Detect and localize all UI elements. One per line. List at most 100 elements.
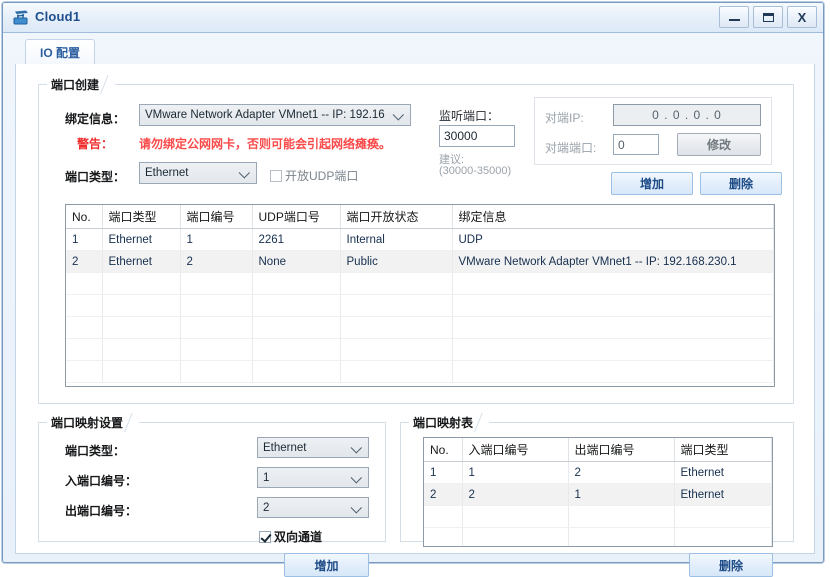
listen-port-value: 30000 [444, 129, 478, 143]
table-row-empty[interactable] [66, 316, 774, 339]
port-table-header-row: No. 端口类型 端口编号 UDP端口号 端口开放状态 绑定信息 [66, 205, 774, 229]
mapping-th-no: No. [424, 438, 463, 462]
modify-button[interactable]: 修改 [677, 133, 761, 156]
cell-binding: VMware Network Adapter VMnet1 -- IP: 192… [452, 250, 774, 273]
window-title: Cloud1 [35, 9, 81, 24]
peer-ip-value: 0 . 0 . 0 . 0 [652, 108, 722, 122]
cell-no: 1 [66, 228, 103, 251]
bidirectional-checkbox-label: 双向通道 [274, 530, 323, 544]
cell-out: 2 [568, 461, 675, 484]
maximize-button[interactable] [753, 6, 783, 28]
cell-udp: 2261 [252, 228, 341, 251]
mapping-table-header-row: No. 入端口编号 出端口编号 端口类型 [424, 438, 772, 462]
suggest-range: (30000-35000) [439, 165, 512, 177]
application-window: Cloud1 X IO 配置 端口创建 绑定信息： VMware Network… [2, 2, 824, 577]
maximize-icon [762, 12, 774, 22]
peer-port-value: 0 [618, 137, 625, 152]
close-button[interactable]: X [787, 6, 817, 28]
table-row-empty[interactable] [66, 360, 774, 383]
tab-page-io-config: 端口创建 绑定信息： VMware Network Adapter VMnet1… [15, 64, 815, 577]
cell-in: 1 [462, 461, 569, 484]
table-row[interactable]: 2 2 1 Ethernet [424, 483, 772, 506]
cell-number: 2 [180, 250, 253, 273]
cell-udp: None [252, 250, 341, 273]
cloud-device-icon [12, 8, 32, 28]
cell-no: 2 [424, 483, 463, 506]
mapping-add-button[interactable]: 增加 [284, 553, 369, 577]
chevron-down-icon [350, 471, 362, 484]
cell-number: 1 [180, 228, 253, 251]
title-bar[interactable]: Cloud1 X [3, 3, 823, 33]
mapping-th-in: 入端口编号 [462, 438, 569, 462]
mapping-delete-button[interactable]: 删除 [689, 553, 773, 577]
mapping-table[interactable]: No. 入端口编号 出端口编号 端口类型 1 1 2 Ethernet 2 2 … [423, 437, 773, 547]
peer-port-input[interactable]: 0 [613, 134, 659, 155]
table-row[interactable]: 1 Ethernet 1 2261 Internal UDP [66, 228, 774, 251]
mapping-in-port-value: 1 [263, 471, 270, 484]
mapping-port-type-combo[interactable]: Ethernet [257, 437, 369, 458]
table-row-empty[interactable] [424, 505, 772, 528]
mapping-th-out: 出端口编号 [568, 438, 675, 462]
group-mapping-table: 端口映射表 No. 入端口编号 出端口编号 端口类型 1 1 2 Etherne… [400, 413, 794, 577]
port-table-th-no: No. [66, 205, 103, 229]
table-row-empty[interactable] [66, 272, 774, 295]
table-row[interactable]: 2 Ethernet 2 None Public VMware Network … [66, 250, 774, 273]
mapping-port-type-label: 端口类型： [65, 444, 126, 458]
binding-info-combo[interactable]: VMware Network Adapter VMnet1 -- IP: 192… [139, 104, 411, 126]
cell-in: 2 [462, 483, 569, 506]
mapping-in-port-label: 入端口编号： [65, 474, 138, 488]
checkbox-box [270, 169, 282, 182]
warning-label: 警告： [77, 137, 114, 151]
port-type-label: 端口类型： [65, 170, 126, 184]
minimize-button[interactable] [719, 6, 749, 28]
group-mapping-table-title: 端口映射表 [409, 413, 490, 432]
tab-io-config[interactable]: IO 配置 [25, 39, 96, 65]
table-row-empty[interactable] [424, 527, 772, 546]
port-table-th-type: 端口类型 [102, 205, 181, 229]
tab-strip: IO 配置 [15, 39, 815, 65]
client-area: IO 配置 端口创建 绑定信息： VMware Network Adapter … [11, 39, 816, 577]
mapping-in-port-combo[interactable]: 1 [257, 467, 369, 488]
group-mapping-settings-title: 端口映射设置 [47, 413, 140, 432]
cell-no: 2 [66, 250, 103, 273]
chevron-down-icon [350, 501, 362, 514]
chevron-down-icon [238, 167, 250, 179]
cell-status: Public [340, 250, 453, 273]
peer-ip-input[interactable]: 0 . 0 . 0 . 0 [613, 104, 761, 126]
mapping-out-port-label: 出端口编号： [65, 504, 138, 518]
table-row-empty[interactable] [66, 338, 774, 361]
port-table[interactable]: No. 端口类型 端口编号 UDP端口号 端口开放状态 绑定信息 1 Ether… [65, 204, 775, 387]
port-table-th-binding: 绑定信息 [452, 205, 774, 229]
udp-port-checkbox-label: 开放UDP端口 [285, 169, 359, 183]
group-port-create: 端口创建 绑定信息： VMware Network Adapter VMnet1… [38, 75, 794, 404]
peer-settings-panel: 对端IP: 0 . 0 . 0 . 0 对端端口: 0 修改 [534, 97, 772, 165]
checkbox-box [259, 530, 271, 543]
mapping-out-port-value: 2 [263, 501, 270, 514]
chevron-down-icon [350, 441, 362, 454]
mapping-out-port-combo[interactable]: 2 [257, 497, 369, 518]
peer-port-label: 对端端口: [545, 141, 597, 155]
mapping-port-type-value: Ethernet [263, 441, 307, 454]
bidirectional-checkbox[interactable]: 双向通道 [259, 528, 322, 545]
port-table-th-status: 端口开放状态 [340, 205, 453, 229]
listen-port-input[interactable]: 30000 [439, 125, 515, 147]
port-table-th-number: 端口编号 [180, 205, 253, 229]
peer-ip-label: 对端IP: [545, 111, 584, 125]
udp-port-checkbox[interactable]: 开放UDP端口 [270, 167, 358, 184]
delete-port-button[interactable]: 删除 [700, 172, 782, 195]
cell-status: Internal [340, 228, 453, 251]
cell-type: Ethernet [674, 483, 772, 506]
port-type-combo[interactable]: Ethernet [139, 162, 257, 184]
mapping-th-type: 端口类型 [674, 438, 772, 462]
table-row[interactable]: 1 1 2 Ethernet [424, 461, 772, 484]
table-row-empty[interactable] [66, 294, 774, 317]
port-table-th-udp: UDP端口号 [252, 205, 341, 229]
add-port-button[interactable]: 增加 [611, 172, 693, 195]
binding-info-combo-value: VMware Network Adapter VMnet1 -- IP: 192… [145, 109, 385, 121]
minimize-icon [728, 19, 740, 21]
cell-out: 1 [568, 483, 675, 506]
group-mapping-settings: 端口映射设置 端口类型： Ethernet 入端口编号： 1 出端口编号： 2 [38, 413, 386, 577]
cell-type: Ethernet [674, 461, 772, 484]
cell-type: Ethernet [102, 228, 181, 251]
warning-message: 请勿绑定公网网卡，否则可能会引起网络瘫痪。 [139, 137, 392, 151]
